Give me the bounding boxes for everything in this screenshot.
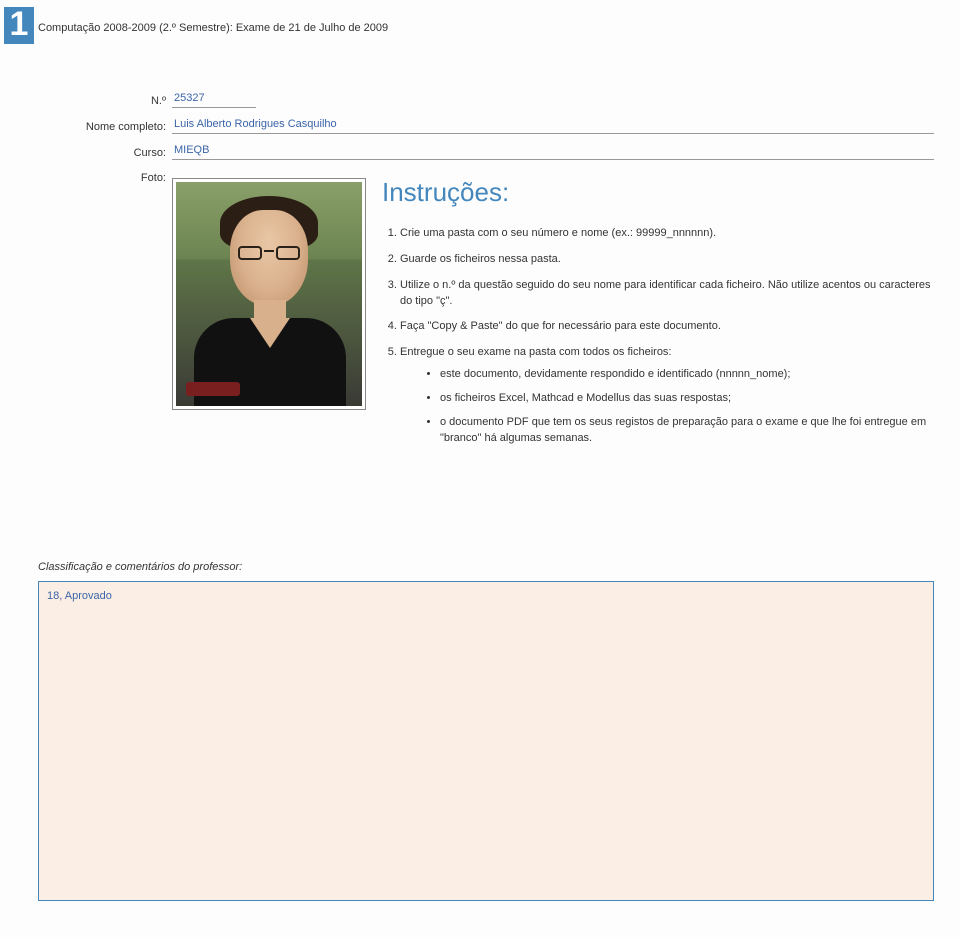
label-numero: N.º bbox=[82, 95, 172, 108]
instruction-item-1: Crie uma pasta com o seu número e nome (… bbox=[400, 226, 934, 242]
instruction-item-5: Entregue o seu exame na pasta com todos … bbox=[400, 345, 934, 447]
instruction-item-2: Guarde os ficheiros nessa pasta. bbox=[400, 252, 934, 268]
comments-label: Classificação e comentários do professor… bbox=[38, 561, 934, 573]
instruction-sub-2: os ficheiros Excel, Mathcad e Modellus d… bbox=[440, 391, 934, 407]
student-photo bbox=[176, 182, 362, 406]
field-curso[interactable]: MIEQB bbox=[172, 144, 934, 160]
label-nome: Nome completo: bbox=[82, 121, 172, 134]
instructions-heading: Instruções: bbox=[382, 174, 934, 212]
field-nome[interactable]: Luis Alberto Rodrigues Casquilho bbox=[172, 118, 934, 134]
page-number-badge: 1 bbox=[4, 7, 34, 44]
instruction-item-3: Utilize o n.º da questão seguido do seu … bbox=[400, 278, 934, 310]
instruction-sub-3: o documento PDF que tem os seus registos… bbox=[440, 415, 934, 447]
page-header-title: Computação 2008-2009 (2.º Semestre): Exa… bbox=[38, 22, 388, 34]
student-form: N.º 25327 Nome completo: Luis Alberto Ro… bbox=[82, 92, 934, 457]
field-numero[interactable]: 25327 bbox=[172, 92, 256, 108]
instruction-item-5-text: Entregue o seu exame na pasta com todos … bbox=[400, 346, 672, 358]
instruction-item-4: Faça "Copy & Paste" do que for necessári… bbox=[400, 319, 934, 335]
comments-section: Classificação e comentários do professor… bbox=[38, 561, 934, 901]
instructions-panel: Instruções: Crie uma pasta com o seu núm… bbox=[382, 174, 934, 457]
comments-box[interactable]: 18, Aprovado bbox=[38, 581, 934, 901]
label-foto: Foto: bbox=[82, 172, 172, 184]
instruction-sub-1: este documento, devidamente respondido e… bbox=[440, 367, 934, 383]
label-curso: Curso: bbox=[82, 147, 172, 160]
glasses-icon bbox=[238, 246, 300, 262]
photo-frame bbox=[172, 178, 366, 410]
